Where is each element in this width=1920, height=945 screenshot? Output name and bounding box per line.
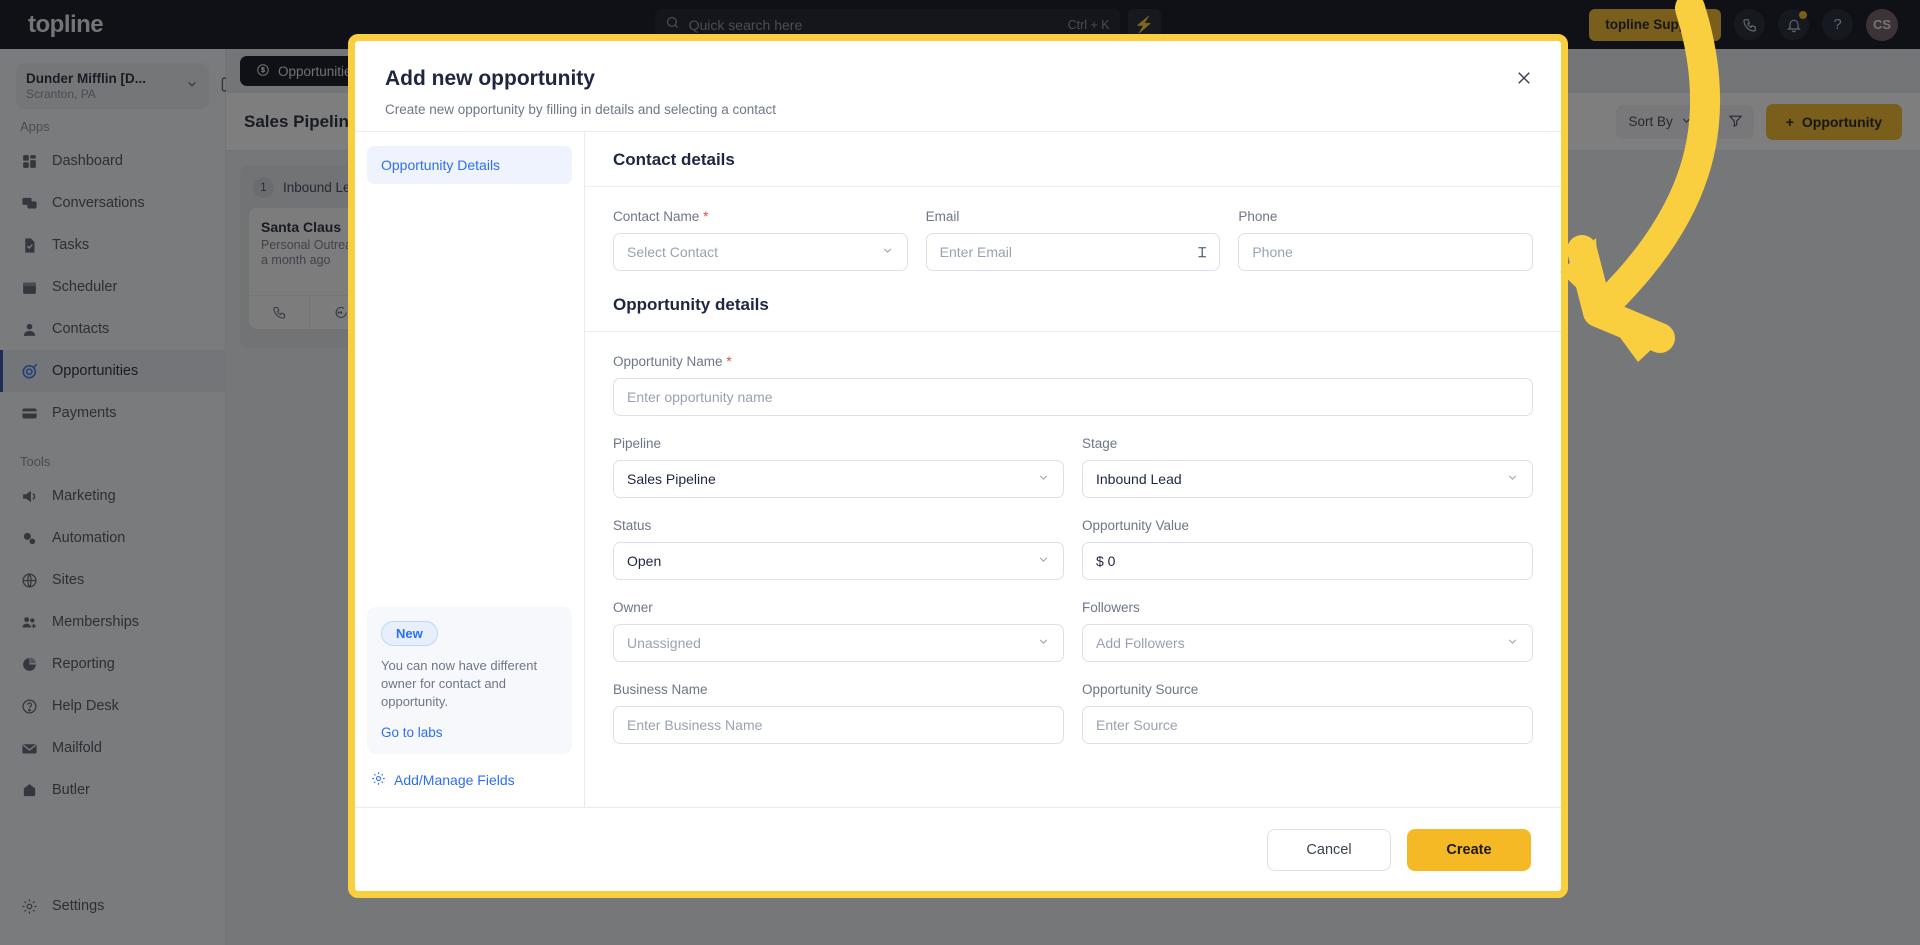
followers-select[interactable]: Add Followers — [1082, 624, 1533, 662]
modal-header: Add new opportunity Create new opportuni… — [355, 41, 1561, 131]
modal-form-area: Contact details Contact Name * Select Co… — [585, 132, 1561, 807]
opportunity-name-input[interactable]: Enter opportunity name — [613, 378, 1533, 416]
chevron-down-icon — [1037, 471, 1050, 487]
field-label: Stage — [1082, 436, 1118, 451]
field-stage: Stage Inbound Lead — [1082, 436, 1533, 498]
opportunity-value-input[interactable]: $ 0 — [1082, 542, 1533, 580]
field-phone: Phone Phone — [1238, 209, 1534, 271]
contact-name-value: Select Contact — [627, 244, 719, 260]
add-manage-fields-label: Add/Manage Fields — [394, 772, 515, 788]
field-followers: Followers Add Followers — [1082, 600, 1533, 662]
opportunity-fields: Opportunity Name * Enter opportunity nam… — [585, 332, 1561, 764]
phone-field[interactable]: Phone — [1238, 233, 1534, 271]
field-label: Business Name — [613, 682, 708, 697]
status-select[interactable]: Open — [613, 542, 1064, 580]
field-owner: Owner Unassigned — [613, 600, 1064, 662]
chevron-down-icon — [1506, 635, 1519, 651]
opportunity-value-text: $ 0 — [1096, 553, 1116, 569]
opportunity-source-placeholder: Enter Source — [1096, 717, 1178, 733]
labs-info-card: New You can now have different owner for… — [367, 607, 572, 754]
required-asterisk: * — [726, 354, 732, 369]
field-contact-name: Contact Name * Select Contact — [613, 209, 908, 271]
field-label: Opportunity Name * — [613, 354, 1533, 369]
field-label: Opportunity Value — [1082, 518, 1190, 533]
email-placeholder: Enter Email — [939, 244, 1013, 260]
modal-step-rail: Opportunity Details New You can now have… — [355, 132, 585, 807]
cancel-button[interactable]: Cancel — [1267, 828, 1391, 871]
field-label: Status — [613, 518, 652, 533]
business-name-input[interactable]: Enter Business Name — [613, 706, 1064, 744]
labs-description: You can now have different owner for con… — [381, 658, 538, 709]
modal-title: Add new opportunity — [385, 67, 595, 90]
email-field[interactable]: Enter Email ⌶ — [925, 233, 1221, 271]
new-badge: New — [381, 621, 438, 646]
field-label: Email — [925, 209, 960, 224]
business-name-placeholder: Enter Business Name — [627, 717, 763, 733]
stage-select[interactable]: Inbound Lead — [1082, 460, 1533, 498]
field-label: Contact Name * — [613, 209, 908, 224]
field-pipeline: Pipeline Sales Pipeline — [613, 436, 1064, 498]
create-button[interactable]: Create — [1407, 828, 1531, 871]
field-label: Pipeline — [613, 436, 662, 451]
field-label: Owner — [613, 600, 653, 615]
text-cursor-icon: ⌶ — [1197, 243, 1207, 260]
label-text: Contact Name — [613, 209, 700, 224]
field-label: Phone — [1238, 209, 1278, 224]
required-asterisk: * — [703, 209, 709, 224]
close-icon[interactable] — [1511, 65, 1537, 91]
chevron-down-icon — [1037, 553, 1050, 569]
field-opportunity-name: Opportunity Name * Enter opportunity nam… — [613, 354, 1533, 416]
field-label: Opportunity Source — [1082, 682, 1199, 697]
pipeline-select[interactable]: Sales Pipeline — [613, 460, 1064, 498]
opportunity-details-heading: Opportunity details — [585, 291, 1561, 332]
field-business-name: Business Name Enter Business Name — [613, 682, 1064, 744]
owner-select[interactable]: Unassigned — [613, 624, 1064, 662]
step-opportunity-details[interactable]: Opportunity Details — [367, 146, 572, 184]
pipeline-value: Sales Pipeline — [627, 471, 716, 487]
owner-placeholder: Unassigned — [627, 635, 701, 651]
opportunity-name-placeholder: Enter opportunity name — [627, 389, 773, 405]
stage-value: Inbound Lead — [1096, 471, 1182, 487]
go-to-labs-link[interactable]: Go to labs — [381, 725, 558, 740]
gear-icon — [371, 771, 386, 789]
field-opportunity-source: Opportunity Source Enter Source — [1082, 682, 1533, 744]
followers-placeholder: Add Followers — [1096, 635, 1185, 651]
modal-subtitle: Create new opportunity by filling in det… — [385, 102, 776, 117]
field-email: Email Enter Email ⌶ — [925, 209, 1221, 271]
chevron-down-icon — [881, 244, 894, 260]
chevron-down-icon — [1506, 471, 1519, 487]
add-opportunity-modal: Add new opportunity Create new opportuni… — [348, 34, 1568, 898]
status-value: Open — [627, 553, 662, 569]
field-opportunity-value: Opportunity Value $ 0 — [1082, 518, 1533, 580]
contact-details-heading: Contact details — [585, 132, 1561, 187]
modal-footer: Cancel Create — [355, 807, 1561, 891]
chevron-down-icon — [1037, 635, 1050, 651]
field-label: Followers — [1082, 600, 1140, 615]
opportunity-source-input[interactable]: Enter Source — [1082, 706, 1533, 744]
label-text: Opportunity Name — [613, 354, 723, 369]
modal-body: Opportunity Details New You can now have… — [355, 131, 1561, 807]
contact-fields: Contact Name * Select Contact Email Ente… — [585, 187, 1561, 291]
add-manage-fields-button[interactable]: Add/Manage Fields — [367, 754, 572, 793]
field-status: Status Open — [613, 518, 1064, 580]
contact-name-select[interactable]: Select Contact — [613, 233, 908, 271]
phone-placeholder: Phone — [1252, 244, 1293, 260]
